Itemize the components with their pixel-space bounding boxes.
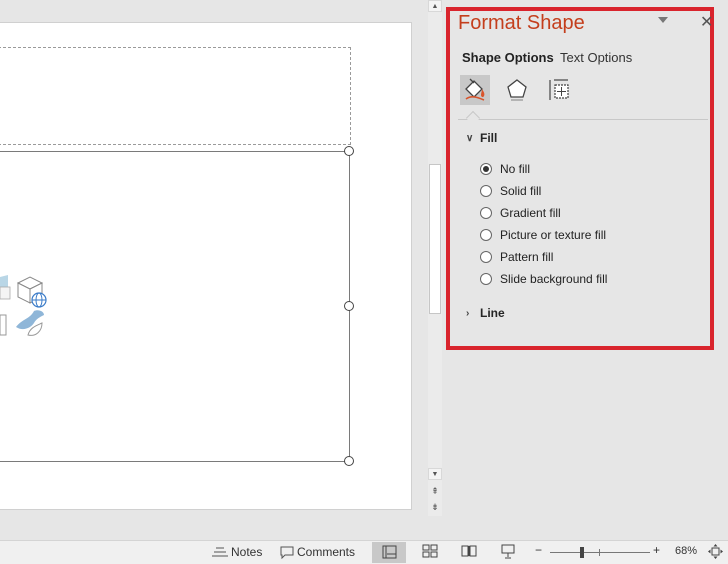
radio-button[interactable] [480,251,492,263]
comments-label: Comments [297,545,356,559]
task-pane-options-icon[interactable] [658,17,668,23]
no-fill-radio[interactable]: No fill [480,162,530,176]
line-section-label: Line [480,306,505,320]
resize-handle-top-right[interactable] [344,146,354,156]
tab-shape-options[interactable]: Shape Options [462,50,554,65]
slide-show-icon [501,544,515,559]
radio-label: No fill [500,162,531,176]
insert-table-icon [0,275,11,300]
format-shape-pane: Format Shape ✕ Shape Options Text Option… [446,7,714,350]
radio-button[interactable] [480,207,492,219]
radio-button[interactable] [480,185,492,197]
fill-line-icon[interactable] [460,75,490,105]
slide[interactable] [0,22,412,510]
scroll-up-arrow-icon[interactable]: ▲ [428,0,442,12]
zoom-slider-thumb[interactable] [580,547,584,558]
reading-view-button[interactable] [461,544,477,558]
solid-fill-radio[interactable]: Solid fill [480,184,541,198]
radio-label: Gradient fill [500,206,561,220]
notes-button[interactable]: Notes [212,545,262,559]
line-section-header[interactable]: › Line [466,306,505,320]
tab-text-options[interactable]: Text Options [560,50,632,65]
divider [458,119,708,120]
title-placeholder[interactable] [0,47,351,145]
radio-label: Pattern fill [500,250,554,264]
reading-view-icon [461,545,477,557]
zoom-out-button[interactable]: − [535,543,542,557]
radio-button[interactable] [480,273,492,285]
resize-handle-right[interactable] [344,301,354,311]
close-icon[interactable]: ✕ [700,12,713,32]
vertical-scrollbar[interactable]: ▲ ▼ ⇞ ⇟ [428,0,442,516]
zoom-level[interactable]: 68% [675,545,697,557]
fill-section-label: Fill [480,131,498,145]
slide-background-fill-radio[interactable]: Slide background fill [480,272,607,286]
divider-notch [465,110,481,126]
comment-icon [280,546,294,559]
slide-show-button[interactable] [500,544,516,559]
comments-button[interactable]: Comments [280,545,355,559]
insert-content-icons [0,275,52,348]
zoom-slider-center-mark [599,549,600,556]
content-placeholder[interactable] [0,146,354,466]
scroll-down-arrow-icon[interactable]: ▼ [428,468,442,480]
radio-button[interactable] [480,229,492,241]
slide-editing-area[interactable] [0,0,428,540]
chevron-right-icon: › [466,307,470,319]
chevron-down-icon: ∨ [466,132,474,144]
picture-texture-fill-radio[interactable]: Picture or texture fill [480,228,606,242]
slide-sorter-icon [422,544,438,558]
pattern-fill-radio[interactable]: Pattern fill [480,250,553,264]
radio-label: Solid fill [500,184,542,198]
insert-video-icon [0,314,7,336]
previous-slide-icon[interactable]: ⇞ [428,484,442,498]
fit-slide-to-window-button[interactable] [708,544,723,559]
radio-button[interactable] [480,163,492,175]
insert-icons-icon [16,310,44,336]
resize-handle-bottom-right[interactable] [344,456,354,466]
zoom-slider[interactable] [550,552,650,553]
effects-icon[interactable] [502,75,532,105]
fit-to-window-icon [708,544,723,559]
radio-label: Slide background fill [500,272,608,286]
scroll-thumb[interactable] [429,164,441,314]
gradient-fill-radio[interactable]: Gradient fill [480,206,561,220]
normal-view-button[interactable] [372,542,406,563]
status-bar: Notes Comments − + 68% [0,540,728,564]
notes-icon [212,546,228,558]
insert-3d-model-icon [16,276,47,308]
slide-sorter-button[interactable] [422,544,438,558]
size-properties-icon[interactable] [544,75,574,105]
next-slide-icon[interactable]: ⇟ [428,500,442,514]
fill-section-header[interactable]: ∨ Fill [466,131,497,145]
pane-title: Format Shape [458,12,585,34]
notes-label: Notes [231,545,263,559]
normal-view-icon [382,545,397,559]
zoom-in-button[interactable]: + [653,543,660,557]
radio-label: Picture or texture fill [500,228,607,242]
